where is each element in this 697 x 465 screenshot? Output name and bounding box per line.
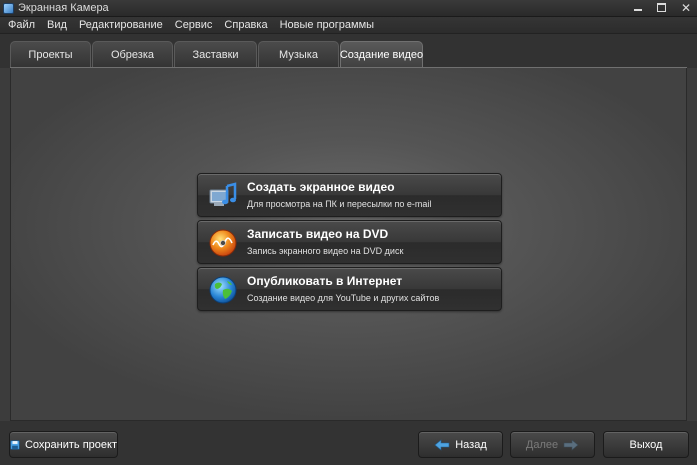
arrow-right-icon <box>563 438 579 451</box>
bottom-bar: Сохранить проект Назад Далее Выход <box>0 421 697 465</box>
minimize-icon <box>634 9 642 11</box>
option-title: Опубликовать в Интернет <box>247 274 403 288</box>
next-button[interactable]: Далее <box>510 431 595 458</box>
tab-create-video[interactable]: Создание видео <box>340 41 423 68</box>
publish-internet-option[interactable]: Опубликовать в Интернет Создание видео д… <box>197 267 502 311</box>
tab-music[interactable]: Музыка <box>258 41 339 68</box>
globe-icon <box>209 276 237 304</box>
option-title: Создать экранное видео <box>247 180 395 194</box>
back-label: Назад <box>455 438 487 451</box>
floppy-disk-icon <box>10 439 20 450</box>
menu-help[interactable]: Справка <box>218 17 273 33</box>
option-subtitle: Для просмотра на ПК и пересылки по e-mai… <box>247 199 432 209</box>
main-stage: Создать экранное видео Для просмотра на … <box>10 68 687 421</box>
menu-bar: Файл Вид Редактирование Сервис Справка Н… <box>0 17 697 34</box>
option-subtitle: Запись экранного видео на DVD диск <box>247 246 404 256</box>
close-icon: ✕ <box>680 1 692 15</box>
option-title: Записать видео на DVD <box>247 227 389 241</box>
tab-intros[interactable]: Заставки <box>174 41 257 68</box>
next-label: Далее <box>525 438 559 451</box>
maximize-icon <box>657 3 666 12</box>
dvd-disc-icon <box>209 229 237 257</box>
tab-projects[interactable]: Проекты <box>10 41 91 68</box>
arrow-left-icon <box>434 438 450 451</box>
monitor-music-icon <box>209 182 237 206</box>
option-subtitle: Создание видео для YouTube и других сайт… <box>247 293 440 303</box>
menu-edit[interactable]: Редактирование <box>73 17 169 33</box>
window-controls: ✕ <box>631 2 693 14</box>
burn-dvd-option[interactable]: Записать видео на DVD Запись экранного в… <box>197 220 502 264</box>
menu-view[interactable]: Вид <box>41 17 73 33</box>
save-project-button[interactable]: Сохранить проект <box>9 431 118 458</box>
minimize-button[interactable] <box>631 2 645 14</box>
menu-new-programs[interactable]: Новые программы <box>274 17 380 33</box>
create-screen-video-option[interactable]: Создать экранное видео Для просмотра на … <box>197 173 502 217</box>
app-camera-icon <box>3 3 14 14</box>
back-button[interactable]: Назад <box>418 431 503 458</box>
tab-trim[interactable]: Обрезка <box>92 41 173 68</box>
maximize-button[interactable] <box>655 2 669 14</box>
save-project-label: Сохранить проект <box>24 438 117 451</box>
exit-button[interactable]: Выход <box>603 431 689 458</box>
window-title: Экранная Камера <box>18 2 109 14</box>
menu-file[interactable]: Файл <box>2 17 41 33</box>
title-bar: Экранная Камера ✕ <box>0 0 697 17</box>
menu-service[interactable]: Сервис <box>169 17 219 33</box>
tab-strip: Проекты Обрезка Заставки Музыка Создание… <box>0 34 697 68</box>
close-button[interactable]: ✕ <box>679 2 693 14</box>
